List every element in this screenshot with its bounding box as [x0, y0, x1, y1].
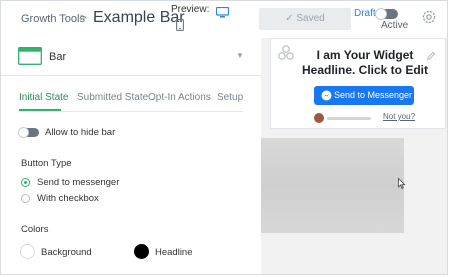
radio-label-with-checkbox: With checkbox [37, 193, 99, 204]
chevron-down-icon: ▼ [236, 51, 244, 60]
app-window: Growth Tools > Example Bar Preview: ✓ Sa… [0, 0, 448, 275]
top-bar: Growth Tools > Example Bar Preview: ✓ Sa… [1, 1, 447, 39]
headline-color-label: Headline [155, 247, 193, 258]
toggle-knob [375, 8, 387, 20]
radio-send-to-messenger[interactable] [21, 178, 30, 187]
not-you-link[interactable]: Not you? [383, 112, 415, 121]
widget-headline[interactable]: I am Your Widget Headline. Click to Edit [295, 48, 435, 78]
radio-label-send-to-messenger: Send to messenger [37, 177, 120, 188]
toggle-knob [18, 127, 29, 138]
send-to-messenger-button[interactable]: Send to Messenger [314, 86, 414, 105]
bar-widget-icon [18, 47, 42, 70]
tabs-divider [19, 111, 243, 112]
messenger-icon [321, 90, 332, 103]
tab-setup[interactable]: Setup [217, 92, 243, 103]
colors-title: Colors [21, 224, 49, 235]
widget-type-label: Bar [49, 51, 67, 63]
widget-type-selector[interactable]: Bar ▼ [1, 38, 261, 76]
editor-panel: Bar ▼ Initial State Submitted State Opt-… [1, 38, 261, 274]
allow-hide-toggle[interactable] [18, 127, 39, 138]
active-label: Active [381, 20, 409, 31]
button-type-title: Button Type [21, 158, 72, 169]
tab-opt-in-actions[interactable]: Opt-In Actions [148, 92, 211, 103]
blurred-page-content [261, 138, 404, 233]
active-toggle[interactable] [375, 8, 398, 20]
gear-icon[interactable] [421, 9, 437, 30]
breadcrumb-growth-tools[interactable]: Growth Tools [21, 13, 85, 25]
saved-button[interactable]: ✓ Saved [259, 8, 351, 30]
radio-with-checkbox[interactable] [21, 194, 30, 203]
breadcrumb-separator: > [80, 12, 87, 24]
desktop-preview-icon[interactable] [215, 5, 230, 23]
background-color-label: Background [41, 247, 92, 258]
background-color-swatch[interactable] [20, 244, 35, 259]
pencil-icon[interactable] [426, 48, 436, 66]
blurred-user-name [327, 117, 371, 120]
preview-label: Preview: [171, 4, 210, 15]
send-to-messenger-label: Send to Messenger [334, 90, 413, 100]
headline-color-swatch[interactable] [134, 244, 149, 259]
mouse-cursor-icon [398, 176, 406, 194]
widget-bar-preview[interactable]: I am Your Widget Headline. Click to Edit… [270, 38, 446, 129]
allow-hide-label: Allow to hide bar [45, 127, 116, 138]
avatar [314, 113, 324, 123]
brand-logo-icon [277, 44, 295, 67]
settings-tabs: Initial State Submitted State Opt-In Act… [1, 92, 261, 111]
tab-initial-state[interactable]: Initial State [19, 92, 68, 103]
tab-submitted-state[interactable]: Submitted State [77, 92, 148, 103]
mobile-preview-icon[interactable] [176, 18, 184, 36]
draft-label: Draft [354, 8, 376, 19]
